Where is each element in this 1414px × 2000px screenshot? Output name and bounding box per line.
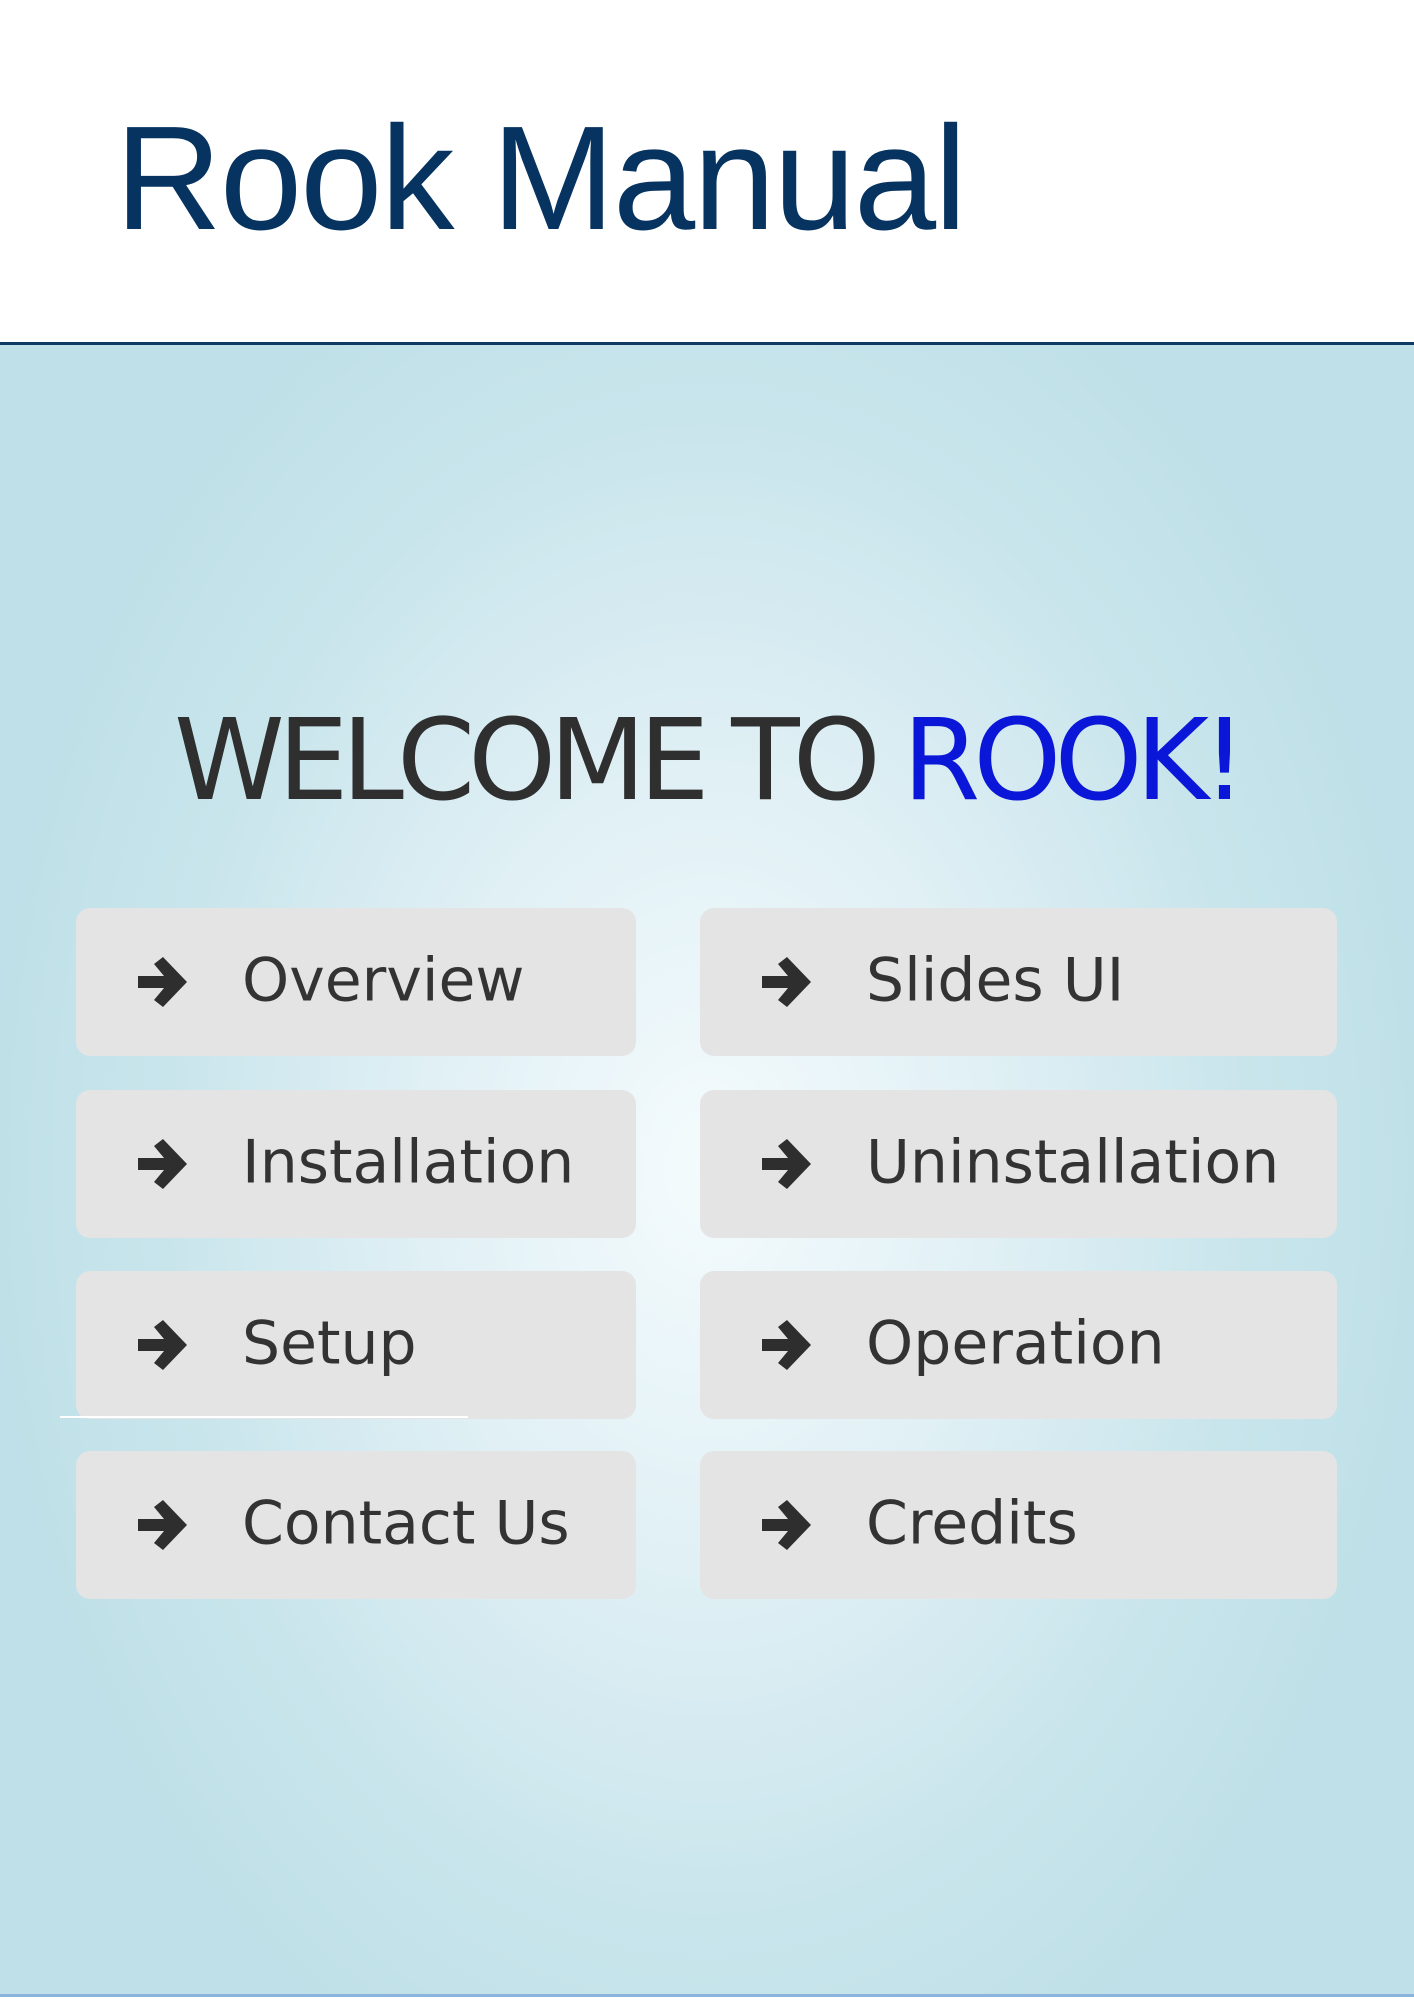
overview-label: Overview xyxy=(242,945,525,1016)
contact-us-label: Contact Us xyxy=(242,1488,570,1559)
operation-label: Operation xyxy=(866,1308,1165,1379)
credits-button[interactable]: Credits xyxy=(700,1451,1337,1599)
setup-label: Setup xyxy=(242,1308,417,1379)
arrow-right-icon xyxy=(138,957,187,1007)
uninstallation-label: Uninstallation xyxy=(866,1127,1280,1198)
operation-button[interactable]: Operation xyxy=(700,1271,1337,1419)
uninstallation-button[interactable]: Uninstallation xyxy=(700,1090,1337,1238)
arrow-right-icon xyxy=(762,1500,811,1550)
arrow-right-icon xyxy=(138,1320,187,1370)
menu-grid: Overview Slides UI Installation Uninstal… xyxy=(0,345,1414,1997)
credits-label: Credits xyxy=(866,1488,1078,1559)
divider-line xyxy=(60,1416,468,1418)
slides-ui-button[interactable]: Slides UI xyxy=(700,908,1337,1056)
installation-label: Installation xyxy=(242,1127,575,1198)
arrow-right-icon xyxy=(138,1139,187,1189)
arrow-right-icon xyxy=(762,1139,811,1189)
welcome-panel: WELCOME TO ROOK! Overview Slides UI Inst… xyxy=(0,345,1414,1997)
page-title: Rook Manual xyxy=(115,96,967,261)
overview-button[interactable]: Overview xyxy=(76,908,636,1056)
arrow-right-icon xyxy=(762,1320,811,1370)
arrow-right-icon xyxy=(762,957,811,1007)
setup-button[interactable]: Setup xyxy=(76,1271,636,1419)
arrow-right-icon xyxy=(138,1500,187,1550)
page-header: Rook Manual xyxy=(0,0,1414,345)
contact-us-button[interactable]: Contact Us xyxy=(76,1451,636,1599)
installation-button[interactable]: Installation xyxy=(76,1090,636,1238)
slides-ui-label: Slides UI xyxy=(866,945,1125,1016)
